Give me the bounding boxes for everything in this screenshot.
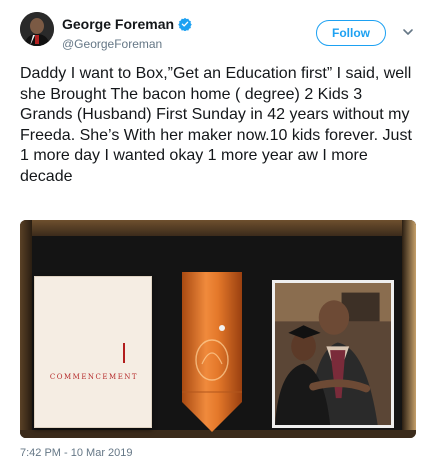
tweet-text: Daddy I want to Box,”Get an Education fi… (20, 65, 412, 185)
diploma-cover: COMMENCEMENT (34, 276, 152, 428)
author-names: George Foreman @GeorgeForeman (62, 16, 192, 51)
author-display-name[interactable]: George Foreman (62, 16, 192, 32)
verified-badge-icon (178, 17, 192, 31)
tweet-timestamp[interactable]: 7:42 PM - 10 Mar 2019 (20, 447, 133, 459)
graduation-stole (182, 272, 242, 432)
chevron-down-icon[interactable] (402, 26, 414, 38)
shadowbox-frame-right (402, 220, 416, 438)
follow-button[interactable]: Follow (316, 20, 386, 46)
avatar-portrait (20, 12, 54, 46)
display-name-text: George Foreman (62, 16, 175, 32)
tweet-header: George Foreman @GeorgeForeman Follow (20, 12, 414, 58)
family-photo (272, 280, 394, 428)
diploma-ribbon (123, 343, 125, 363)
tweet-media-photo[interactable]: COMMENCEMENT (20, 220, 416, 438)
author-handle[interactable]: @GeorgeForeman (62, 37, 192, 51)
shadowbox-frame-left (20, 220, 32, 438)
diploma-commencement-text: COMMENCEMENT (49, 373, 139, 381)
shadowbox-frame-top (20, 220, 416, 236)
shadowbox-backing: COMMENCEMENT (32, 236, 402, 432)
avatar[interactable] (20, 12, 54, 46)
